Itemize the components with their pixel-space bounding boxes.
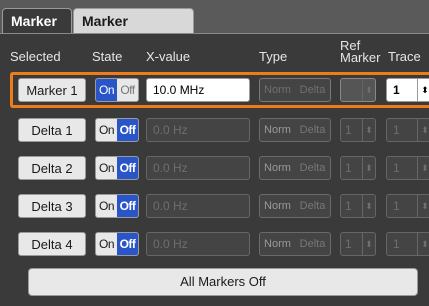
header-xvalue: X-value xyxy=(146,49,191,64)
xvalue-input: 0.0 Hz xyxy=(146,194,250,218)
type-norm: Norm xyxy=(264,238,291,250)
type-toggle: Norm Delta xyxy=(259,78,331,102)
state-off[interactable]: Off xyxy=(117,233,138,255)
state-off[interactable]: Off xyxy=(117,79,138,101)
tab-marker[interactable]: Marker xyxy=(2,8,72,33)
type-norm: Norm xyxy=(264,84,291,96)
xvalue-input: 0.0 Hz xyxy=(146,232,250,256)
ref-marker-select: 1 ⬍ xyxy=(340,118,376,142)
updown-arrows-icon: ⬍ xyxy=(417,195,429,217)
ref-marker-select: 1 ⬍ xyxy=(340,156,376,180)
trace-select[interactable]: 1 ⬍ xyxy=(386,78,429,102)
state-off[interactable]: Off xyxy=(117,119,138,141)
tab-bar: Marker Marker Settings xyxy=(0,0,429,54)
updown-arrows-icon: ⬍ xyxy=(362,79,375,101)
updown-arrows-icon: ⬍ xyxy=(362,157,375,179)
marker-row: Marker 1 On Off 10.0 MHz Norm Delta ⬍ 1 … xyxy=(0,72,429,108)
marker-select-button[interactable]: Delta 4 xyxy=(18,232,86,256)
type-toggle: Norm Delta xyxy=(259,194,331,218)
trace-value: 1 xyxy=(393,199,400,213)
type-delta: Delta xyxy=(299,124,326,136)
state-on[interactable]: On xyxy=(96,195,117,217)
type-toggle: Norm Delta xyxy=(259,118,331,142)
type-delta: Delta xyxy=(299,162,326,174)
ref-marker-select: ⬍ xyxy=(340,78,376,102)
updown-arrows-icon: ⬍ xyxy=(362,233,375,255)
xvalue-input[interactable]: 10.0 MHz xyxy=(146,78,250,102)
ref-marker-select: 1 ⬍ xyxy=(340,232,376,256)
ref-marker-select: 1 ⬍ xyxy=(340,194,376,218)
state-on[interactable]: On xyxy=(96,79,117,101)
marker-panel: Selected State X-value Type Ref Marker T… xyxy=(0,33,429,306)
header-ref-marker: Ref Marker xyxy=(340,39,381,65)
type-toggle: Norm Delta xyxy=(259,232,331,256)
type-delta: Delta xyxy=(299,84,326,96)
state-toggle[interactable]: On Off xyxy=(95,194,139,218)
ref-marker-value: 1 xyxy=(345,161,352,175)
updown-arrows-icon: ⬍ xyxy=(362,195,375,217)
marker-select-button[interactable]: Delta 1 xyxy=(18,118,86,142)
header-state: State xyxy=(92,49,123,64)
xvalue-input: 0.0 Hz xyxy=(146,156,250,180)
updown-arrows-icon: ⬍ xyxy=(362,119,375,141)
type-norm: Norm xyxy=(264,200,291,212)
marker-select-button[interactable]: Marker 1 xyxy=(18,78,86,102)
tab-marker-settings[interactable]: Marker Settings xyxy=(73,8,194,54)
trace-select: 1 ⬍ xyxy=(386,194,429,218)
state-toggle[interactable]: On Off xyxy=(95,118,139,142)
type-norm: Norm xyxy=(264,162,291,174)
marker-row: Delta 3 On Off 0.0 Hz Norm Delta 1 ⬍ 1 ⬍ xyxy=(0,188,429,224)
state-on[interactable]: On xyxy=(96,119,117,141)
type-delta: Delta xyxy=(299,238,326,250)
trace-select: 1 ⬍ xyxy=(386,156,429,180)
state-on[interactable]: On xyxy=(96,157,117,179)
state-off[interactable]: Off xyxy=(117,195,138,217)
ref-marker-value: 1 xyxy=(345,237,352,251)
state-toggle[interactable]: On Off xyxy=(95,232,139,256)
header-type: Type xyxy=(259,49,288,64)
updown-arrows-icon[interactable]: ⬍ xyxy=(417,79,429,101)
marker-row: Delta 1 On Off 0.0 Hz Norm Delta 1 ⬍ 1 ⬍ xyxy=(0,112,429,148)
state-on[interactable]: On xyxy=(96,233,117,255)
header-ref-marker-line2: Marker xyxy=(340,50,381,65)
header-trace: Trace xyxy=(388,49,421,64)
updown-arrows-icon: ⬍ xyxy=(417,233,429,255)
trace-select: 1 ⬍ xyxy=(386,232,429,256)
trace-select: 1 ⬍ xyxy=(386,118,429,142)
marker-select-button[interactable]: Delta 2 xyxy=(18,156,86,180)
type-delta: Delta xyxy=(299,200,326,212)
type-toggle: Norm Delta xyxy=(259,156,331,180)
trace-value: 1 xyxy=(393,161,400,175)
trace-value: 1 xyxy=(393,123,400,137)
ref-marker-value: 1 xyxy=(345,123,352,137)
ref-marker-value: 1 xyxy=(345,199,352,213)
marker-select-button[interactable]: Delta 3 xyxy=(18,194,86,218)
state-off[interactable]: Off xyxy=(117,157,138,179)
marker-row: Delta 4 On Off 0.0 Hz Norm Delta 1 ⬍ 1 ⬍ xyxy=(0,226,429,262)
all-markers-off-button[interactable]: All Markers Off xyxy=(28,268,418,296)
xvalue-input: 0.0 Hz xyxy=(146,118,250,142)
updown-arrows-icon: ⬍ xyxy=(417,119,429,141)
trace-value: 1 xyxy=(393,83,400,97)
state-toggle[interactable]: On Off xyxy=(95,156,139,180)
header-selected: Selected xyxy=(10,49,61,64)
trace-value: 1 xyxy=(393,237,400,251)
marker-row: Delta 2 On Off 0.0 Hz Norm Delta 1 ⬍ 1 ⬍ xyxy=(0,150,429,186)
updown-arrows-icon: ⬍ xyxy=(417,157,429,179)
state-toggle[interactable]: On Off xyxy=(95,78,139,102)
type-norm: Norm xyxy=(264,124,291,136)
